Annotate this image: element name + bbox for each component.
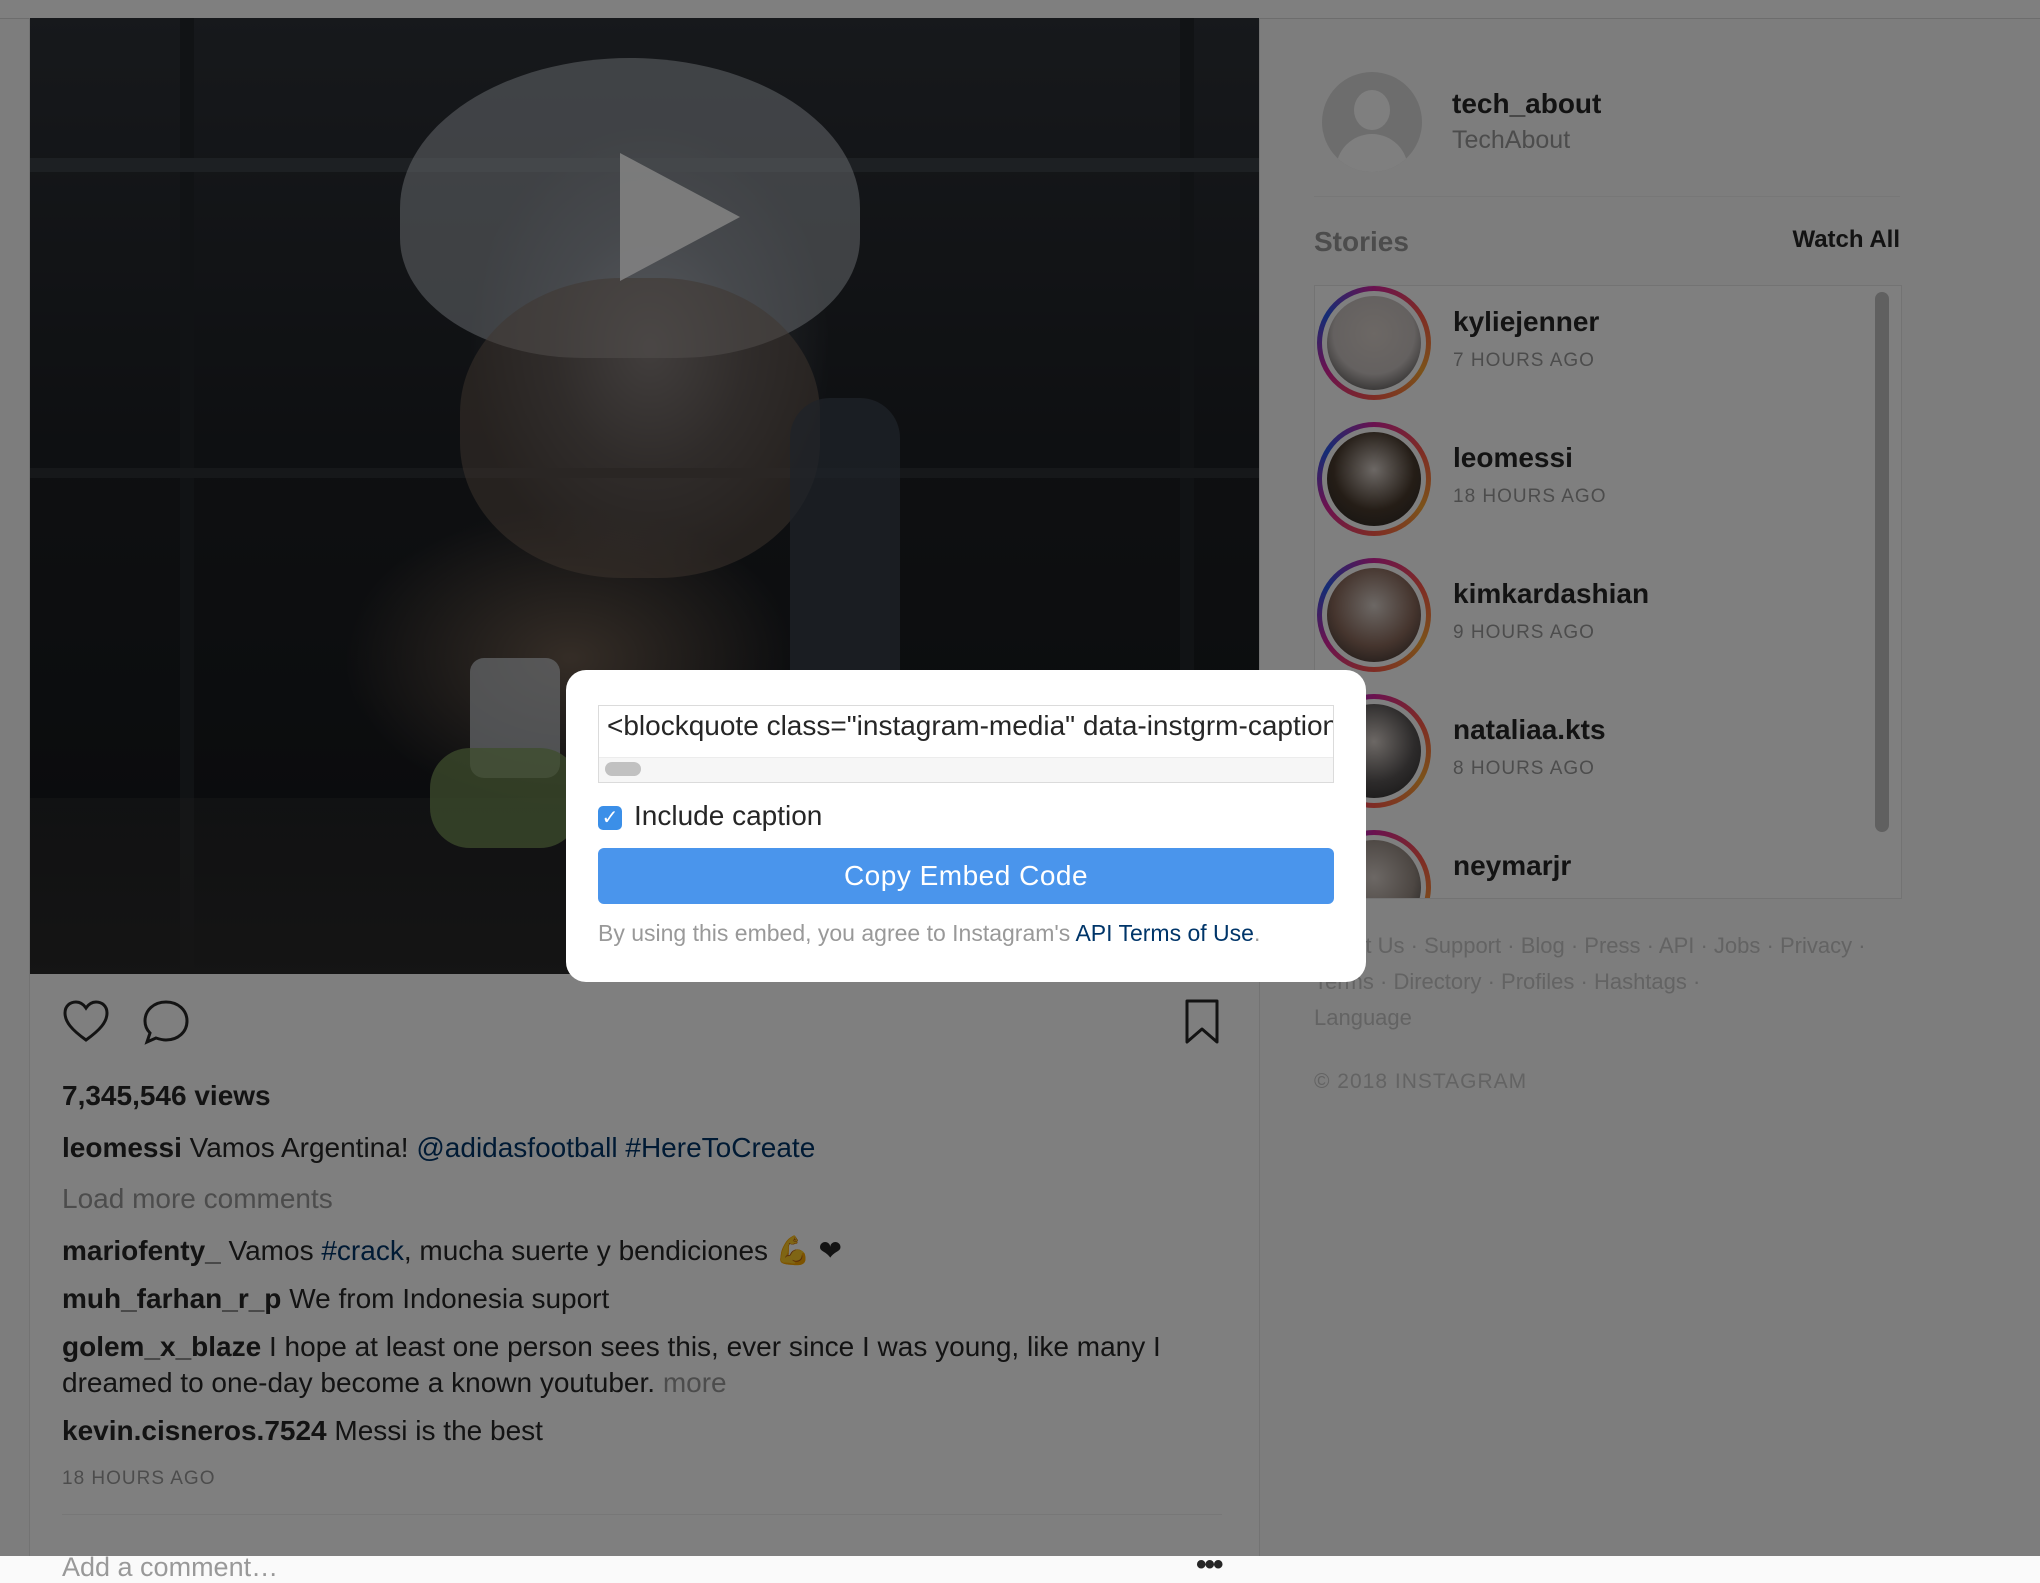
add-comment-input[interactable]: Add a comment… [62,1552,278,1583]
embed-code-scrollbar[interactable] [599,757,1333,782]
terms-text: By using this embed, you agree to Instag… [598,920,1076,946]
copy-embed-code-button[interactable]: Copy Embed Code [598,848,1334,904]
include-caption-label[interactable]: Include caption [634,800,822,832]
embed-terms: By using this embed, you agree to Instag… [598,920,1260,947]
include-caption-checkbox[interactable]: ✓ [598,806,622,830]
embed-dialog: <blockquote class="instagram-media" data… [566,670,1366,982]
scroll-thumb[interactable] [605,762,641,776]
embed-code-text[interactable]: <blockquote class="instagram-media" data… [607,710,1333,742]
embed-code-field[interactable]: <blockquote class="instagram-media" data… [598,705,1334,783]
terms-end: . [1253,920,1261,946]
api-terms-link[interactable]: API Terms of Use [1075,920,1254,946]
